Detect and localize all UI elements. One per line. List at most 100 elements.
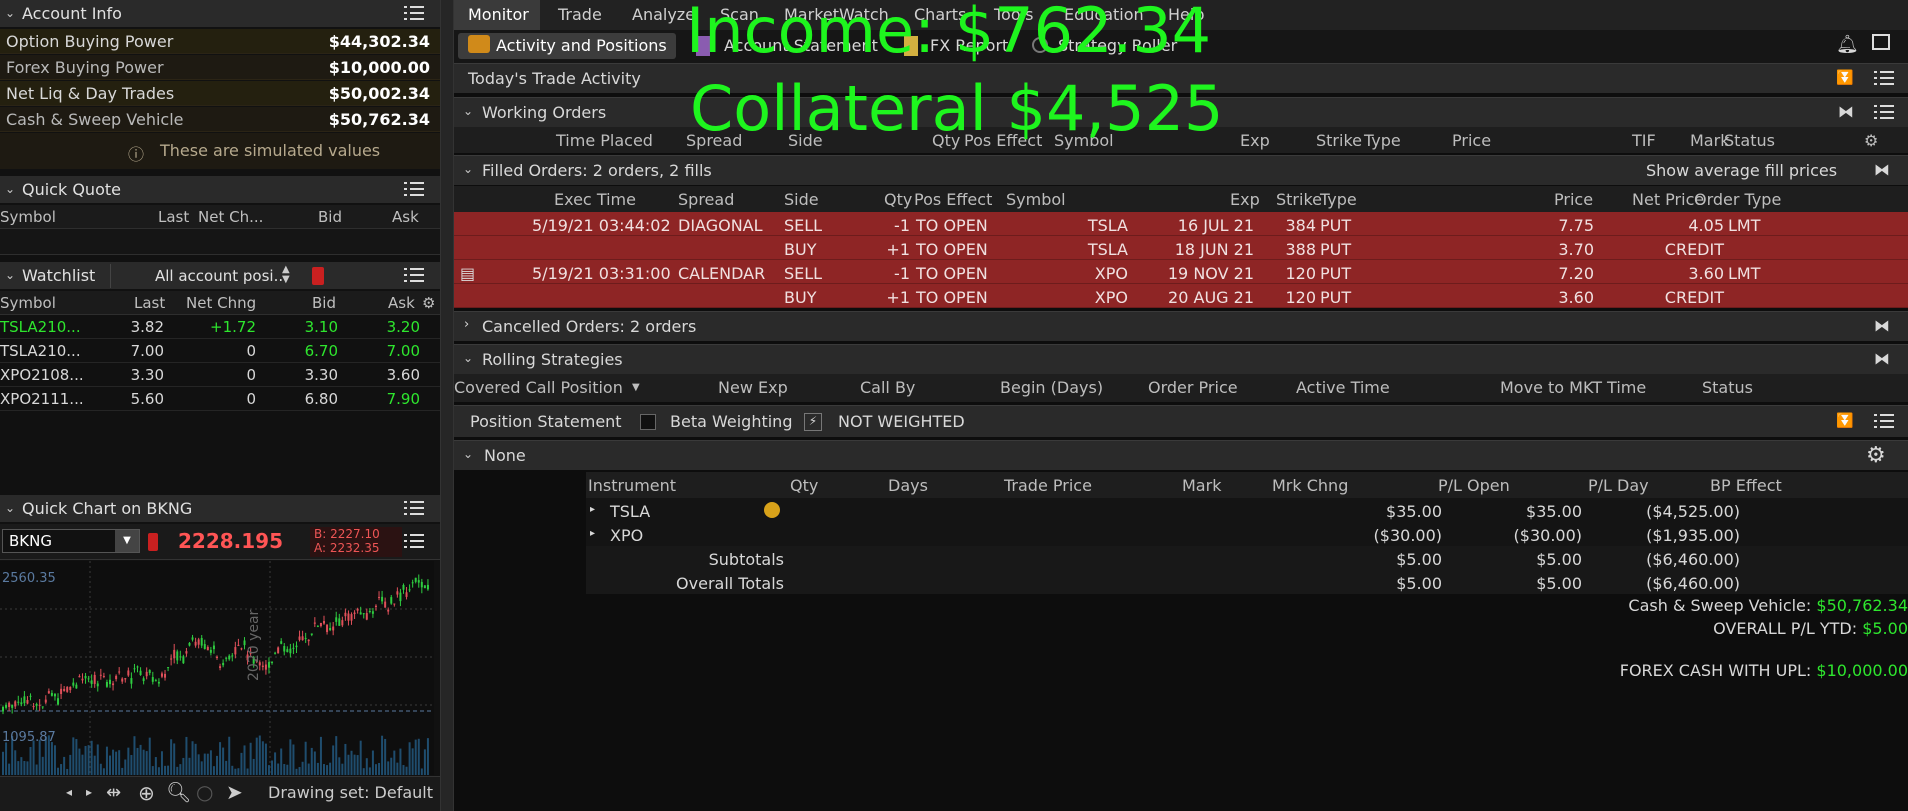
weighting-selector[interactable]: NOT WEIGHTED [838,412,965,431]
candle-body [323,621,325,624]
alert-badge-icon[interactable] [764,502,780,518]
customize-columns-icon[interactable]: ⚙ [1864,131,1878,150]
volume-bar [399,748,402,775]
candle-body [50,692,53,696]
tab-trade[interactable]: Trade [558,0,602,30]
filled-order-row[interactable]: BUY +1 TO OPEN TSLA 18 JUN 21 388 PUT 3.… [454,236,1908,260]
subtab-activity-positions[interactable]: Activity and Positions [458,33,676,59]
filled-order-row[interactable]: ▤ 5/19/21 03:31:00 CALENDAR SELL -1 TO O… [454,260,1908,284]
watchlist-row[interactable]: TSLA210... 7.00 0 6.70 7.00 [0,339,440,363]
split-view-icon[interactable]: ⧓ [1838,102,1854,121]
candle-body [277,647,280,654]
chevron-down-icon[interactable]: ⌄ [458,447,478,461]
menu-icon[interactable] [404,501,424,517]
rolling-strategies-header[interactable]: ⌄ Rolling Strategies ⧓ [454,344,1908,374]
volume-bar [209,750,212,775]
crosshair-icon[interactable]: ⊕ [138,781,155,805]
collapse-all-icon[interactable]: ⏬ [1836,413,1853,429]
filled-orders-header[interactable]: ⌄ Filled Orders: 2 orders, 2 fills Show … [454,155,1908,185]
candle-body [200,638,203,646]
position-statement-header[interactable]: Position Statement Beta Weighting ⚡︎ NOT… [454,405,1908,437]
volume-bar [50,742,53,775]
bell-icon[interactable]: 🔔︎ [1836,34,1859,55]
link-color-icon[interactable] [148,533,158,551]
candle-body [194,641,197,646]
menu-icon[interactable] [404,182,424,198]
account-info-header[interactable]: ⌄ Account Info [0,0,440,28]
dropdown-arrow-icon[interactable]: ▼ [115,530,139,552]
split-view-icon[interactable]: ⧓ [1874,160,1890,179]
menu-icon[interactable] [1874,71,1894,87]
expand-icon[interactable]: ▸ [590,504,595,515]
watchlist-row[interactable]: XPO2108... 3.30 0 3.30 3.60 [0,363,440,387]
watchlist-row[interactable]: TSLA210... 3.82 +1.72 3.10 3.20 [0,315,440,339]
scroll-left-icon[interactable]: ◂ [66,785,72,799]
chevron-down-icon[interactable]: ⌄ [0,268,20,282]
bid-ask-box: B: 2227.10 A: 2232.35 [310,527,402,557]
quick-quote-input-row[interactable] [0,229,440,255]
zoom-out-icon[interactable]: ○ [196,780,213,804]
dropdown-arrow-icon[interactable]: ▼ [632,382,640,393]
volume-bar [188,757,191,775]
candle-body [426,584,429,590]
chevron-down-icon[interactable]: ⌄ [458,104,478,118]
volume-bar [408,742,411,775]
menu-icon[interactable] [1874,105,1894,121]
position-row[interactable]: ▸ TSLA $35.00 $35.00 ($4,525.00) [586,498,1908,522]
candle-body [148,670,151,674]
candle-body [399,592,402,602]
menu-icon[interactable] [404,268,424,284]
group-none-header[interactable]: ⌄ None ⚙ [454,440,1908,470]
lightning-icon[interactable]: ⚡︎ [804,413,822,431]
covered-call-dropdown[interactable]: Covered Call Position [454,378,623,397]
volume-bar [176,766,179,775]
panel-splitter[interactable] [440,0,454,811]
chevron-down-icon[interactable]: ⌄ [0,501,20,515]
chevron-down-icon[interactable]: ⌄ [0,182,20,196]
chevron-down-icon[interactable]: ⌄ [458,162,478,176]
menu-icon[interactable] [404,534,424,550]
split-view-icon[interactable]: ⧓ [1874,316,1890,335]
watchlist-row[interactable]: XPO2111... 5.60 0 6.80 7.90 [0,387,440,411]
volume-bar [319,736,322,775]
zoom-in-icon[interactable]: 🔍︎ [166,780,191,804]
volume-bar [335,736,338,775]
cursor-icon[interactable]: ➤ [226,780,243,804]
scroll-right-icon[interactable]: ▸ [86,785,92,799]
tab-monitor[interactable]: Monitor [468,0,529,30]
link-color-icon[interactable] [312,267,324,285]
position-row[interactable]: ▸ XPO ($30.00) ($30.00) ($1,935.00) [586,522,1908,546]
split-view-icon[interactable]: ⧓ [1874,349,1890,368]
chevron-down-icon[interactable]: ⌄ [0,6,20,20]
candle-body [368,610,371,612]
subtotals-row: Subtotals $5.00 $5.00 ($6,460.00) [586,546,1908,570]
volume-bar [344,743,347,775]
note-icon[interactable]: ▤ [460,264,475,283]
cancelled-orders-header[interactable]: › Cancelled Orders: 2 orders ⧓ [454,311,1908,341]
drawing-set-selector[interactable]: Drawing set: Default [268,783,433,802]
candle-body [78,676,81,678]
price-chart[interactable]: 2560.35 1095.87 2020 year [0,561,434,775]
volume-bar [255,737,258,775]
filled-order-row[interactable]: BUY +1 TO OPEN XPO 20 AUG 21 120 PUT 3.6… [454,284,1908,308]
expand-icon[interactable]: ▸ [590,528,595,539]
show-avg-fill-toggle[interactable]: Show average fill prices [1646,161,1837,180]
spinner-icon[interactable]: ▲ ▼ [282,265,290,285]
expand-horizontal-icon[interactable]: ⇹ [106,782,121,803]
chevron-down-icon[interactable]: ⌄ [458,351,478,365]
detach-window-icon[interactable] [1872,34,1890,50]
volume-bar [274,752,277,775]
gear-icon[interactable]: ⚙ [422,294,435,312]
gear-icon[interactable]: ⚙ [1866,443,1886,468]
chevron-right-icon[interactable]: › [464,317,469,332]
beta-weighting-checkbox[interactable] [640,414,656,430]
chart-symbol-input[interactable]: BKNG ▼ [2,529,140,553]
menu-icon[interactable] [1874,414,1894,430]
filled-order-row[interactable]: 5/19/21 03:44:02 DIAGONAL SELL -1 TO OPE… [454,212,1908,236]
quick-quote-header[interactable]: ⌄ Quick Quote [0,176,440,204]
collapse-all-icon[interactable]: ⏬ [1836,70,1853,86]
quick-chart-header[interactable]: ⌄ Quick Chart on BKNG [0,495,440,523]
watchlist-header[interactable]: ⌄ Watchlist All account posi... ▲ ▼ [0,262,440,290]
menu-icon[interactable] [404,6,424,22]
watchlist-selector[interactable]: All account posi... [110,264,310,288]
